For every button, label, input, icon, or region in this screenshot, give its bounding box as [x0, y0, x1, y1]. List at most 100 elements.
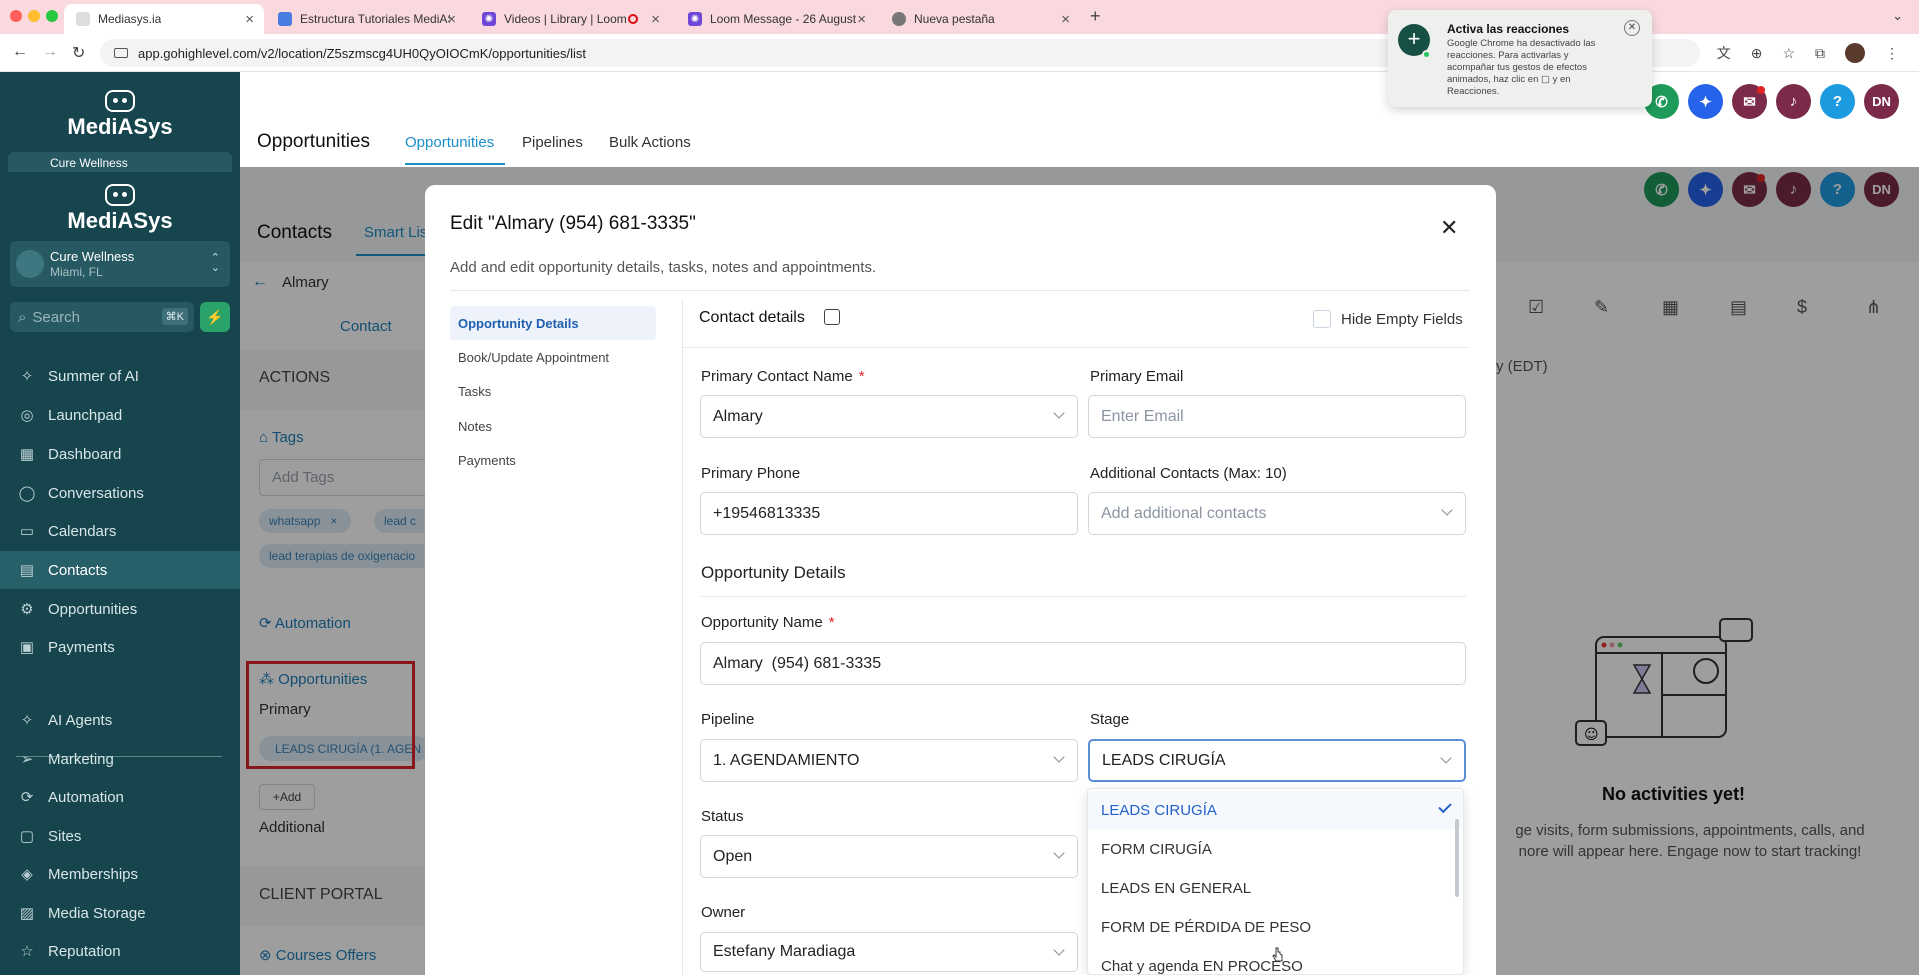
- chevron-down-icon: [1053, 407, 1065, 419]
- close-icon[interactable]: ✕: [1440, 215, 1458, 241]
- additional-contacts-select[interactable]: Add additional contacts: [1088, 492, 1466, 535]
- sidebar-item-automation[interactable]: ⟳ Automation: [0, 778, 240, 816]
- notification-title: Activa las reacciones: [1447, 22, 1570, 36]
- window-close-button[interactable]: [10, 10, 22, 22]
- tab-close-icon[interactable]: ×: [245, 11, 254, 28]
- calendar-icon: ▭: [19, 523, 35, 540]
- stage-option[interactable]: LEADS CIRUGÍA: [1088, 791, 1463, 829]
- tab-close-icon[interactable]: ×: [1061, 11, 1070, 28]
- docs-icon: [278, 12, 292, 26]
- active-tab-underline: [405, 163, 505, 165]
- translate-icon[interactable]: 文: [1717, 43, 1731, 63]
- hide-empty-fields-checkbox[interactable]: [1313, 310, 1331, 328]
- sidebar-item-sites[interactable]: ▢ Sites: [0, 817, 240, 855]
- site-info-icon[interactable]: [114, 48, 128, 58]
- dropdown-scrollbar[interactable]: [1455, 819, 1459, 897]
- stage-select[interactable]: LEADS CIRUGÍA: [1088, 739, 1466, 782]
- opportunity-name-label: Opportunity Name *: [701, 614, 835, 631]
- tab-title: Loom Message - 26 August 2: [710, 12, 860, 26]
- chevron-updown-icon: ⌃ ⌄: [210, 252, 220, 274]
- stage-label: Stage: [1090, 711, 1130, 728]
- tab-bulk-actions[interactable]: Bulk Actions: [609, 134, 691, 151]
- opportunity-name-field[interactable]: Almary (954) 681-3335: [700, 642, 1466, 685]
- modal-title: Edit "Almary (954) 681-3335": [450, 213, 696, 234]
- owner-select[interactable]: Estefany Maradiaga: [700, 932, 1078, 972]
- sidebar-item-marketing[interactable]: ➢ Marketing: [0, 740, 240, 778]
- tab-close-icon[interactable]: ×: [857, 11, 866, 28]
- sidebar-item-calendars[interactable]: ▭ Calendars: [0, 512, 240, 550]
- sidebar-item-launchpad[interactable]: ◎ Launchpad: [0, 396, 240, 434]
- quick-action-button[interactable]: ⚡: [200, 302, 230, 332]
- pipeline-select[interactable]: 1. AGENDAMIENTO: [700, 739, 1078, 782]
- browser-tab[interactable]: ✺ Videos | Library | Loom ×: [470, 4, 670, 34]
- sidebar-item-conversations[interactable]: ◯ Conversations: [0, 474, 240, 512]
- chevron-down-icon: [1053, 847, 1065, 859]
- sidebar-item-media-storage[interactable]: ▨ Media Storage: [0, 894, 240, 932]
- stage-option[interactable]: FORM CIRUGÍA: [1088, 830, 1463, 868]
- tab-opportunities[interactable]: Opportunities: [405, 134, 494, 151]
- modal-nav-book-appointment[interactable]: Book/Update Appointment: [450, 340, 656, 374]
- chrome-menu-icon[interactable]: ⋮: [1885, 45, 1899, 62]
- window-zoom-button[interactable]: [46, 10, 58, 22]
- additional-contacts-label: Additional Contacts (Max: 10): [1090, 465, 1287, 482]
- browser-tab[interactable]: Estructura Tutoriales MediAS ×: [266, 4, 466, 34]
- sidebar-item-reputation[interactable]: ☆ Reputation: [0, 932, 240, 970]
- window-minimize-button[interactable]: [28, 10, 40, 22]
- help-icon[interactable]: ?: [1820, 84, 1855, 119]
- chrome-icon: [892, 12, 906, 26]
- modal-nav-payments[interactable]: Payments: [450, 443, 656, 477]
- browser-tab[interactable]: ✺ Loom Message - 26 August 2 ×: [676, 4, 876, 34]
- primary-phone-field[interactable]: +19546813335: [700, 492, 1078, 535]
- contact-card-icon: [824, 309, 840, 325]
- account-switcher[interactable]: Cure Wellness Miami, FL ⌃ ⌄: [10, 241, 230, 287]
- sidebar-item-ai-agents[interactable]: ✧ AI Agents: [0, 701, 240, 739]
- modal-nav-tasks[interactable]: Tasks: [450, 374, 656, 408]
- sidebar-item-memberships[interactable]: ◈ Memberships: [0, 855, 240, 893]
- forward-icon[interactable]: →: [42, 43, 58, 61]
- tab-search-icon[interactable]: ⌄: [1892, 8, 1903, 24]
- modal-nav-notes[interactable]: Notes: [450, 409, 656, 443]
- close-icon[interactable]: ✕: [1624, 20, 1640, 36]
- primary-email-field[interactable]: Enter Email: [1088, 395, 1466, 438]
- primary-contact-select[interactable]: Almary: [700, 395, 1078, 438]
- sidebar-item-payments[interactable]: ▣ Payments: [0, 628, 240, 666]
- chevron-down-icon: [1053, 944, 1065, 956]
- membership-icon: ◈: [21, 866, 33, 883]
- sidebar-item-summer-of-ai[interactable]: ✧ Summer of AI: [0, 357, 240, 395]
- search-input[interactable]: ⌕ Search ⌘K: [10, 302, 194, 332]
- tab-close-icon[interactable]: ×: [447, 11, 456, 28]
- ai-assist-icon[interactable]: ✦: [1688, 84, 1723, 119]
- browser-tab[interactable]: Nueva pestaña ×: [880, 4, 1080, 34]
- tab-title: Videos | Library | Loom: [504, 12, 627, 26]
- zoom-icon[interactable]: ⊕: [1751, 45, 1763, 62]
- browser-tab[interactable]: Mediasys.ia ×: [64, 4, 264, 34]
- tab-close-icon[interactable]: ×: [651, 11, 660, 28]
- search-row: ⌕ Search ⌘K ⚡: [10, 302, 230, 332]
- new-tab-button[interactable]: +: [1090, 6, 1101, 27]
- profile-avatar[interactable]: [1845, 43, 1865, 63]
- stage-option[interactable]: LEADS EN GENERAL: [1088, 869, 1463, 907]
- modal-nav-opportunity-details[interactable]: Opportunity Details: [450, 306, 656, 340]
- hide-empty-fields-label: Hide Empty Fields: [1341, 311, 1463, 328]
- bolt-icon: ⚡: [206, 309, 224, 325]
- user-avatar[interactable]: DN: [1864, 84, 1899, 119]
- account-switcher-partial[interactable]: Cure Wellness: [8, 152, 232, 172]
- chrome-reactions-popup: + Activa las reacciones Google Chrome ha…: [1388, 10, 1652, 107]
- sidebar-item-dashboard[interactable]: ▦ Dashboard: [0, 435, 240, 473]
- notification-body: Google Chrome ha desactivado las reaccio…: [1447, 38, 1596, 97]
- reload-icon[interactable]: ↻: [72, 43, 85, 63]
- notification-bell-icon[interactable]: ♪: [1776, 84, 1811, 119]
- sidebar-item-opportunities[interactable]: ⚙ Opportunities: [0, 590, 240, 628]
- status-label: Status: [701, 808, 744, 825]
- bookmark-star-icon[interactable]: ☆: [1782, 45, 1795, 62]
- announcement-icon[interactable]: ✉: [1732, 84, 1767, 119]
- stage-option[interactable]: FORM DE PÉRDIDA DE PESO: [1088, 908, 1463, 946]
- sites-icon: ▢: [19, 828, 35, 845]
- back-icon[interactable]: ←: [12, 43, 28, 61]
- payment-icon: ▣: [19, 639, 35, 656]
- image-icon: ▨: [19, 905, 35, 922]
- status-select[interactable]: Open: [700, 835, 1078, 878]
- tab-pipelines[interactable]: Pipelines: [522, 134, 583, 151]
- extensions-icon[interactable]: ⧉: [1815, 45, 1825, 62]
- sidebar-item-contacts[interactable]: ▤ Contacts: [0, 551, 240, 589]
